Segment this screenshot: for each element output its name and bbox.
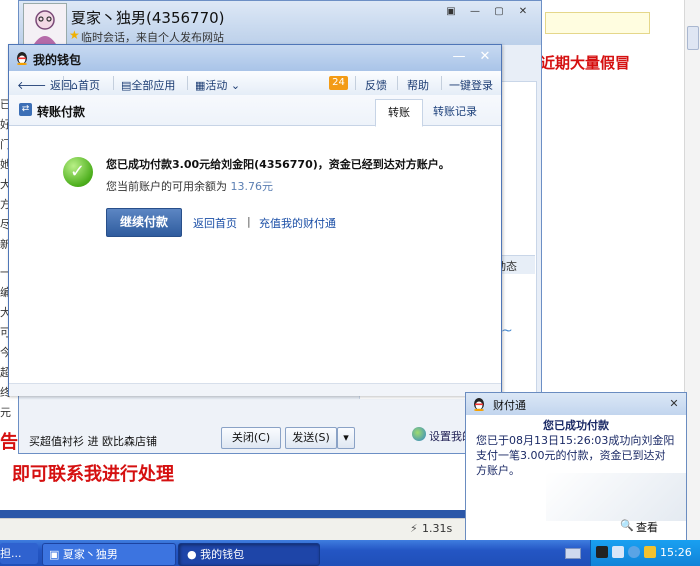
nav-help[interactable]: 帮助: [407, 77, 429, 93]
nav-divider: [355, 76, 356, 90]
nav-one-click-login[interactable]: 一键登录: [449, 77, 493, 93]
page-headline-right: 近期大量假冒: [540, 54, 631, 72]
send-options-chevron-down-icon[interactable]: ▾: [337, 427, 355, 449]
nav-apps-label: 全部应用: [131, 79, 176, 92]
tab-transfer[interactable]: 转账: [375, 99, 423, 127]
checkmark-icon: ✓: [63, 157, 93, 187]
status-load-time: 1.31s: [422, 522, 453, 535]
apps-icon: ▤: [121, 79, 132, 92]
taskbar-item-label: 我的钱包: [200, 548, 245, 561]
scrollbar-thumb[interactable]: [687, 26, 699, 50]
tenpay-notification: 财付通 ✕ 您已成功付款 您已于08月13日15:26:03成功向刘金阳支付一笔…: [465, 392, 687, 542]
minimize-button[interactable]: —: [467, 5, 483, 19]
nav-all-apps[interactable]: ▤全部应用: [121, 77, 175, 93]
left-text-fragment: 元: [0, 406, 11, 419]
close-icon[interactable]: ✕: [666, 396, 682, 412]
notice-bar: [545, 12, 650, 34]
qq-penguin-icon: ●: [187, 548, 201, 561]
balance-prefix: 您当前账户的可用余额为: [106, 180, 227, 193]
continue-payment-button[interactable]: 继续付款: [106, 208, 182, 237]
wallet-footer: [9, 383, 501, 396]
taskbar-item-label: 夏家丶独男: [62, 548, 118, 561]
wallet-title: 我的钱包: [33, 53, 82, 67]
star-icon: ★: [69, 28, 80, 42]
balance-amount: 13.76元: [230, 180, 274, 193]
maximize-button[interactable]: ▢: [491, 5, 507, 19]
tab-transfer-records[interactable]: 转账记录: [425, 99, 485, 125]
chat-contact-name: 夏家丶独男(4356770): [71, 9, 225, 27]
avatar[interactable]: [23, 3, 67, 45]
wallet-window: 我的钱包 — ✕ 🡐 返回 ⌂首页 ▤全部应用 ▦活动 ⌄ 24 反馈 帮助 一…: [8, 44, 502, 396]
qq-penguin-icon: [17, 52, 27, 65]
nav-back-label: 返回: [50, 79, 72, 92]
taskbar-item-chat[interactable]: ▣ 夏家丶独男: [42, 543, 176, 566]
clock[interactable]: 15:26: [660, 546, 692, 559]
close-icon[interactable]: ✕: [515, 5, 531, 19]
minimize-button[interactable]: —: [449, 49, 469, 65]
wallet-titlebar: [9, 45, 501, 71]
nav-activity-label: 活动: [205, 79, 228, 92]
nav-activity[interactable]: ▦活动 ⌄: [195, 77, 240, 93]
security-shield-icon[interactable]: [644, 546, 656, 558]
update-icon[interactable]: [628, 546, 640, 558]
recharge-tenpay-link[interactable]: 充值我的财付通: [259, 215, 336, 231]
link-separator: |: [247, 215, 251, 228]
nav-home-label: 首页: [77, 79, 100, 92]
close-icon[interactable]: ✕: [475, 49, 495, 65]
tenpay-title: 您已成功付款: [543, 419, 609, 432]
nav-feedback[interactable]: 反馈: [365, 77, 387, 93]
side-panel-tilde: ~: [501, 323, 513, 339]
skin-icon[interactable]: ▣: [443, 5, 459, 19]
lightning-icon: ⚡: [410, 522, 418, 535]
send-button[interactable]: 发送(S): [285, 427, 337, 449]
qq-tray-icon[interactable]: [596, 546, 608, 558]
nav-divider: [63, 76, 64, 90]
nav-home[interactable]: ⌂首页: [71, 77, 100, 93]
chat-close-button[interactable]: 关闭(C): [221, 427, 281, 449]
taskbar-item[interactable]: 担...: [0, 543, 38, 564]
magnifier-icon: 🔍: [620, 519, 634, 532]
nav-divider: [187, 76, 188, 90]
popup-background-image: [546, 473, 686, 521]
chat-avatar-icon: ▣: [49, 548, 63, 561]
section-title: 转账付款: [37, 105, 86, 119]
ad-link[interactable]: 买超值衬衫 进 欧比森店铺: [29, 433, 157, 449]
qq-penguin-icon: [474, 398, 484, 411]
view-button[interactable]: 查看: [636, 519, 658, 535]
nav-divider: [397, 76, 398, 90]
back-arrow-icon: 🡐: [17, 79, 50, 92]
chat-session-source: 临时会话，来自个人发布网站: [81, 31, 224, 44]
notification-badge[interactable]: 24: [329, 76, 348, 90]
tenpay-message: 您已于08月13日15:26:03成功向刘金阳支付一笔3.00元的付款，资金已到…: [476, 434, 675, 477]
home-icon: ⌂: [71, 79, 78, 92]
balance-message: 您当前账户的可用余额为 13.76元: [106, 178, 273, 194]
chevron-down-icon: ⌄: [227, 79, 241, 92]
return-home-link[interactable]: 返回首页: [193, 215, 237, 231]
nav-divider: [113, 76, 114, 90]
transfer-icon: ⇄: [19, 103, 32, 116]
payment-success-message: 您已成功付款3.00元给刘金阳(4356770)，资金已经到达对方账户。: [106, 158, 450, 171]
calendar-icon: ▦: [195, 79, 206, 92]
tenpay-app-name: 财付通: [493, 399, 526, 412]
page-headline-bottom: 即可联系我进行处理: [12, 464, 174, 485]
nav-divider: [441, 76, 442, 90]
keyboard-icon[interactable]: [565, 548, 581, 559]
taskbar-item-wallet[interactable]: ● 我的钱包: [178, 543, 320, 566]
network-icon[interactable]: [612, 546, 624, 558]
